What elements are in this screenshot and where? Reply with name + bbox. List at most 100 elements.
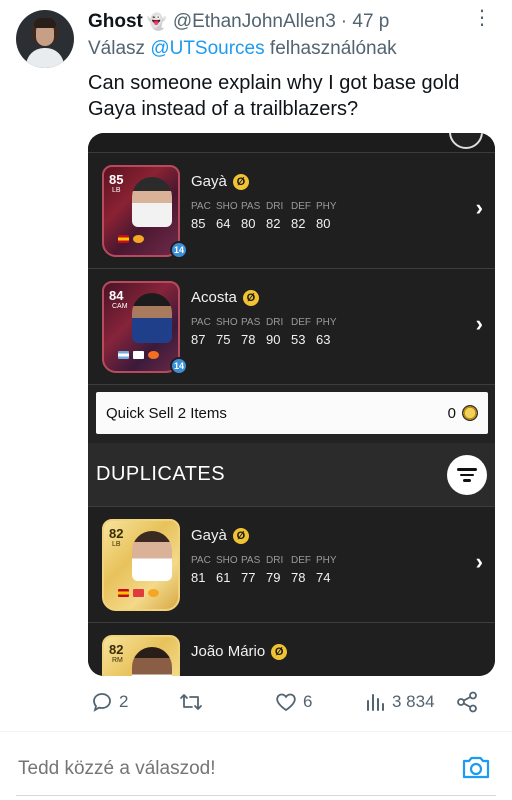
- player-card: 82 LB: [102, 519, 180, 611]
- replying-mention-link[interactable]: @UTSources: [150, 38, 264, 59]
- player-stats: PAC SHO PAS DRI DEF PHY 87 75 78 90 53 6…: [191, 317, 341, 347]
- replying-prefix: Válasz: [88, 38, 146, 59]
- stat-value: 74: [316, 570, 331, 585]
- player-name: Gayà Ø: [191, 527, 249, 544]
- stat-value: 63: [316, 332, 331, 347]
- reply-underline: [16, 795, 496, 796]
- stat-label: PAS: [241, 555, 261, 566]
- stat-label: PAC: [191, 201, 211, 212]
- avatar-shirt: [26, 48, 64, 68]
- stat-label: DRI: [266, 317, 284, 328]
- stat-label: SHO: [216, 201, 238, 212]
- stat-label: PHY: [316, 555, 337, 566]
- views-chart-icon: [367, 694, 384, 711]
- stat-value: 64: [216, 216, 231, 231]
- stat-value: 78: [291, 570, 306, 585]
- player-card: 82 RM: [102, 635, 180, 676]
- like-count: 6: [303, 692, 313, 711]
- card-rating: 84: [109, 288, 124, 303]
- views-count: 3 834: [392, 692, 435, 711]
- share-icon: [457, 691, 477, 713]
- duplicate-row-gaya: 82 LB Gayà Ø PAC SHO PAS DRI DEF PHY 81 …: [88, 507, 495, 623]
- stat-label: DEF: [291, 201, 311, 212]
- retweet-button[interactable]: [178, 690, 209, 714]
- card-rating: 82: [109, 642, 124, 657]
- reply-input[interactable]: [18, 758, 438, 780]
- chemistry-badge: 14: [170, 357, 188, 375]
- stat-value: 53: [291, 332, 306, 347]
- replying-to: Válasz @UTSources felhasználónak: [88, 38, 397, 60]
- card-position: RM: [112, 657, 123, 664]
- player-row-acosta: 84 CAM 14 Acosta Ø PAC SHO PAS DRI DEF P…: [88, 269, 495, 385]
- stat-value: 75: [216, 332, 231, 347]
- author-handle[interactable]: @EthanJohnAllen3: [173, 11, 336, 33]
- stat-value: 87: [191, 332, 206, 347]
- sort-filter-icon: [447, 455, 487, 495]
- top-circle-button: [449, 133, 483, 149]
- heart-icon: [276, 693, 296, 712]
- duplicate-row-joao-mario: 82 RM João Mário Ø: [88, 623, 495, 676]
- more-options-icon[interactable]: ⋮: [472, 8, 492, 28]
- chemistry-badge: 14: [170, 241, 188, 259]
- reply-icon: [93, 693, 111, 712]
- player-name-text: Acosta: [191, 289, 237, 306]
- chevron-right-icon: ›: [475, 311, 483, 336]
- share-button[interactable]: [455, 690, 479, 714]
- player-card: 85 LB: [102, 165, 180, 257]
- ghost-emoji-icon: 👻: [146, 14, 167, 31]
- replying-suffix: felhasználónak: [269, 38, 397, 59]
- card-flags: [118, 589, 159, 597]
- player-name-text: Gayà: [191, 527, 227, 544]
- author-avatar[interactable]: [16, 10, 74, 68]
- player-portrait: [132, 531, 172, 581]
- player-stats: PAC SHO PAS DRI DEF PHY 81 61 77 79 78 7…: [191, 555, 341, 585]
- quick-sell-value: 0: [447, 404, 456, 422]
- stat-value: 80: [241, 216, 256, 231]
- player-stats: PAC SHO PAS DRI DEF PHY 85 64 80 82 82 8…: [191, 201, 341, 231]
- camera-button[interactable]: [460, 752, 492, 787]
- author-name[interactable]: Ghost: [88, 11, 143, 33]
- stat-label: PAC: [191, 555, 211, 566]
- player-name: Acosta Ø: [191, 289, 259, 306]
- card-rating: 85: [109, 172, 124, 187]
- stat-value: 79: [266, 570, 281, 585]
- player-portrait: [132, 293, 172, 343]
- player-name-text: Gayà: [191, 173, 227, 190]
- stat-label: SHO: [216, 555, 238, 566]
- player-portrait: [132, 177, 172, 227]
- untradeable-icon: Ø: [232, 527, 249, 544]
- stat-label: PAC: [191, 317, 211, 328]
- untradeable-icon: Ø: [271, 643, 288, 660]
- stat-value: 80: [316, 216, 331, 231]
- stat-value: 77: [241, 570, 256, 585]
- card-flags: [118, 351, 159, 359]
- like-button[interactable]: 6: [274, 690, 312, 714]
- reply-count: 2: [119, 692, 129, 711]
- quick-sell-label: Quick Sell 2 Items: [106, 404, 227, 422]
- untradeable-icon: Ø: [232, 173, 249, 190]
- tweet-time[interactable]: · 47 p: [341, 11, 390, 33]
- avatar-hair: [34, 18, 56, 28]
- stat-label: SHO: [216, 317, 238, 328]
- reply-button[interactable]: 2: [90, 690, 128, 714]
- player-card: 84 CAM: [102, 281, 180, 373]
- quick-sell-button: Quick Sell 2 Items 0: [96, 392, 488, 434]
- stat-label: PHY: [316, 317, 337, 328]
- views-button[interactable]: 3 834: [365, 690, 435, 714]
- card-flags: [118, 235, 144, 243]
- stat-value: 82: [291, 216, 306, 231]
- camera-icon: [462, 756, 490, 779]
- chevron-right-icon: ›: [475, 549, 483, 574]
- tweet-media-image[interactable]: 85 LB 14 Gayà Ø PAC SHO PAS DRI DEF PHY …: [88, 133, 495, 676]
- stat-value: 90: [266, 332, 281, 347]
- stat-label: DEF: [291, 555, 311, 566]
- stat-label: PAS: [241, 317, 261, 328]
- chevron-right-icon: ›: [475, 195, 483, 220]
- stat-label: DRI: [266, 201, 284, 212]
- untradeable-icon: Ø: [242, 289, 259, 306]
- stat-label: PHY: [316, 201, 337, 212]
- retweet-icon: [180, 694, 202, 710]
- stat-value: 82: [266, 216, 281, 231]
- stat-value: 81: [191, 570, 206, 585]
- stat-label: PAS: [241, 201, 261, 212]
